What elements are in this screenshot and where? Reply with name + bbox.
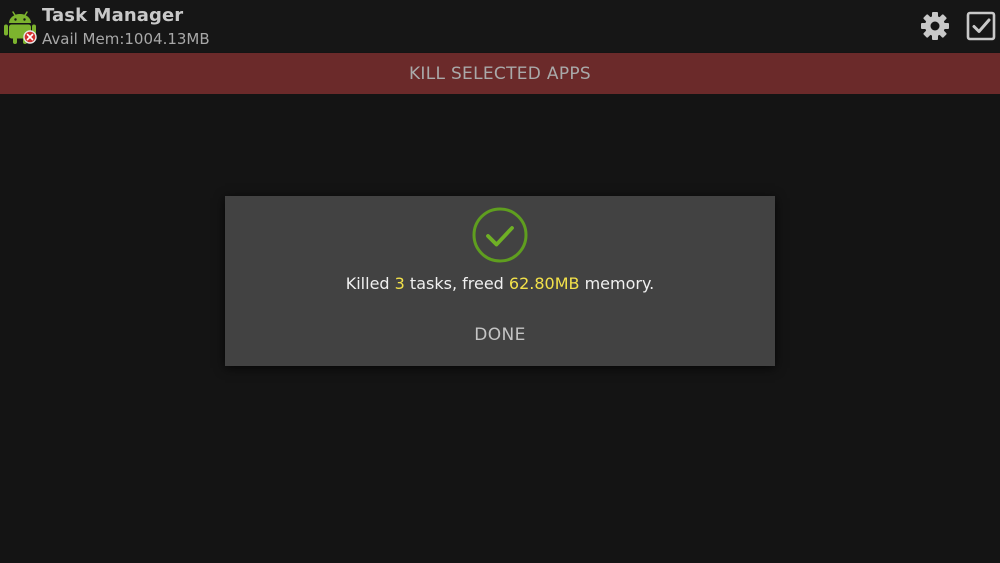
action-bar: Task Manager Avail Mem:1004.13MB bbox=[0, 0, 1000, 52]
kill-selected-apps-button[interactable]: KILL SELECTED APPS bbox=[0, 53, 1000, 94]
message-suffix: memory. bbox=[579, 274, 655, 293]
avail-mem-value: 1004.13MB bbox=[124, 30, 210, 48]
task-manager-screen: Task Manager Avail Mem:1004.13MB KILL SE… bbox=[0, 0, 1000, 563]
gear-icon[interactable] bbox=[919, 10, 951, 42]
freed-memory-value: 62.80MB bbox=[508, 274, 580, 293]
message-prefix: Killed bbox=[345, 274, 395, 293]
select-all-checkbox-icon[interactable] bbox=[964, 9, 998, 43]
tasks-count: 3 bbox=[394, 274, 405, 293]
avail-mem-label: Avail Mem: bbox=[42, 30, 125, 48]
done-button[interactable]: DONE bbox=[450, 318, 550, 352]
kill-selected-apps-label: KILL SELECTED APPS bbox=[408, 63, 592, 84]
avail-mem-readout: Avail Mem:1004.13MB bbox=[42, 30, 210, 48]
message-middle: tasks, freed bbox=[404, 274, 509, 293]
check-circle-icon bbox=[472, 207, 528, 263]
app-title: Task Manager bbox=[42, 5, 184, 26]
kill-result-dialog: Killed 3 tasks, freed 62.80MB memory. DO… bbox=[225, 196, 775, 366]
android-app-icon bbox=[4, 11, 37, 44]
kill-result-message: Killed 3 tasks, freed 62.80MB memory. bbox=[225, 274, 775, 293]
